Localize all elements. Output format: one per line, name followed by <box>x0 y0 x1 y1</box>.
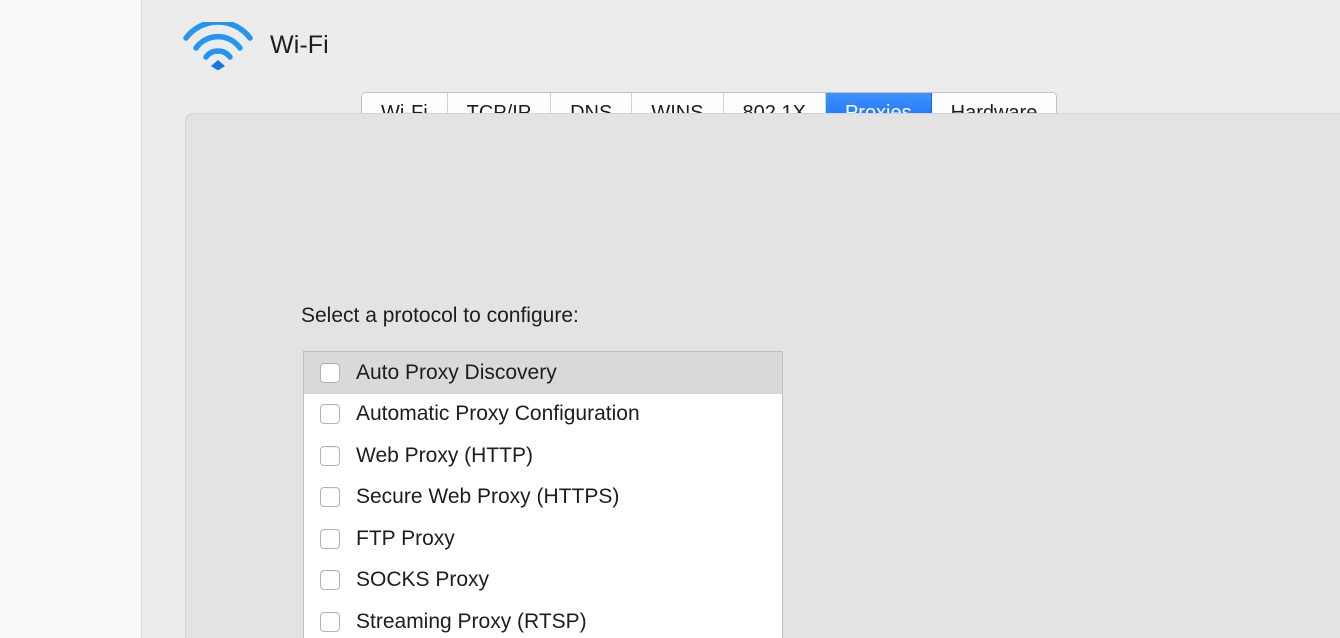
protocol-row[interactable]: FTP Proxy <box>304 518 782 560</box>
proxies-content-panel: Select a protocol to configure: Auto Pro… <box>185 113 1340 638</box>
protocol-checkbox[interactable] <box>320 445 340 466</box>
protocol-label: Web Proxy (HTTP) <box>356 443 533 467</box>
pane-header: Wi-Fi <box>142 0 1340 92</box>
protocol-checkbox[interactable] <box>320 528 340 549</box>
protocol-row[interactable]: Auto Proxy Discovery <box>304 352 782 394</box>
protocol-checkbox[interactable] <box>320 570 340 591</box>
protocol-label: FTP Proxy <box>356 526 455 550</box>
protocol-checkbox[interactable] <box>320 611 340 632</box>
protocol-checkbox[interactable] <box>320 362 340 383</box>
protocol-label: Secure Web Proxy (HTTPS) <box>356 485 620 509</box>
protocol-label: SOCKS Proxy <box>356 568 490 592</box>
protocol-checkbox[interactable] <box>320 404 340 425</box>
section-label: Select a protocol to configure: <box>301 304 579 327</box>
main-pane: Wi-Fi Wi-FiTCP/IPDNSWINS802.1XProxiesHar… <box>142 0 1340 638</box>
protocol-row[interactable]: Web Proxy (HTTP) <box>304 435 782 477</box>
protocol-row[interactable]: Secure Web Proxy (HTTPS) <box>304 476 782 518</box>
network-preferences-pane: Wi-Fi Wi-FiTCP/IPDNSWINS802.1XProxiesHar… <box>0 0 1340 638</box>
protocol-label: Streaming Proxy (RTSP) <box>356 609 587 633</box>
protocol-row[interactable]: SOCKS Proxy <box>304 559 782 601</box>
protocol-row[interactable]: Automatic Proxy Configuration <box>304 393 782 435</box>
protocol-label: Automatic Proxy Configuration <box>356 402 640 426</box>
protocol-label: Auto Proxy Discovery <box>356 360 557 384</box>
protocol-list[interactable]: Auto Proxy Discovery Automatic Proxy Conf… <box>303 351 783 638</box>
protocol-row[interactable]: Streaming Proxy (RTSP) <box>304 601 782 638</box>
protocol-checkbox[interactable] <box>320 487 340 508</box>
wifi-icon <box>182 22 254 70</box>
sidebar-area <box>0 0 141 638</box>
page-title: Wi-Fi <box>270 31 329 59</box>
